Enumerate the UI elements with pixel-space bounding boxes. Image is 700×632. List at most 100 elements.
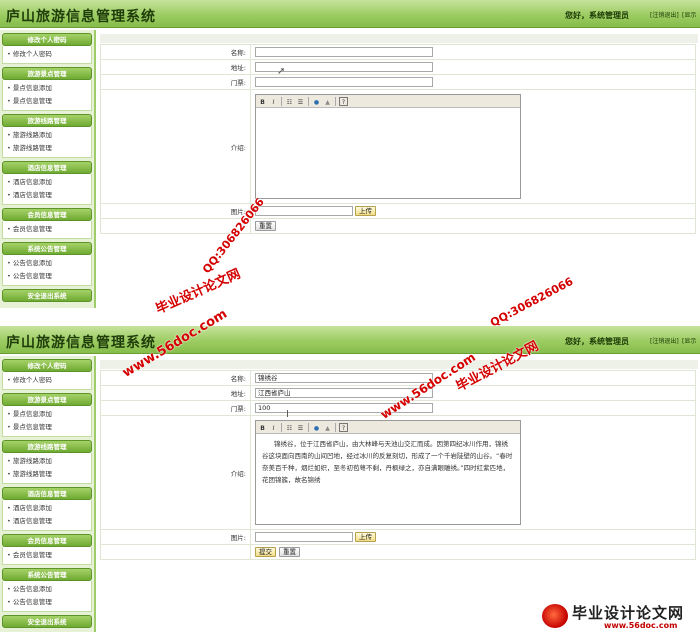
sidebar-item[interactable]: 旅游线路添加: [3, 455, 91, 468]
submit-button[interactable]: 提交: [255, 547, 276, 557]
sidebar-item[interactable]: 公告信息管理: [3, 270, 91, 283]
sidebar-group-header[interactable]: 安全退出系统: [2, 289, 92, 302]
sidebar-item-list: 酒店信息添加酒店信息管理: [2, 174, 92, 205]
sidebar-item[interactable]: 旅游线路添加: [3, 129, 91, 142]
sidebar-item[interactable]: 会员信息管理: [3, 223, 91, 236]
show-link[interactable]: [显示: [682, 336, 696, 345]
toolbar-divider: [335, 96, 336, 106]
sidebar-item[interactable]: 酒店信息添加: [3, 176, 91, 189]
sidebar-item-list: 会员信息管理: [2, 547, 92, 565]
reset-button[interactable]: 重置: [255, 221, 276, 231]
sidebar-item[interactable]: 酒店信息添加: [3, 502, 91, 515]
sidebar-item[interactable]: 酒店信息管理: [3, 515, 91, 528]
bullet-list-icon[interactable]: ☰: [296, 97, 305, 106]
sidebar-group-header[interactable]: 会员信息管理: [2, 534, 92, 547]
reset-button[interactable]: 重置: [279, 547, 300, 557]
sidebar-group-header[interactable]: 安全退出系统: [2, 615, 92, 628]
sidebar-item[interactable]: 酒店信息管理: [3, 189, 91, 202]
help-icon[interactable]: ?: [339, 96, 348, 106]
image-label: 图片:: [100, 203, 251, 219]
sidebar-group-header[interactable]: 酒店信息管理: [2, 487, 92, 500]
image-icon[interactable]: ●: [312, 423, 321, 432]
upload-button[interactable]: 上传: [355, 206, 376, 216]
sidebar-item-list: 旅游线路添加旅游线路管理: [2, 127, 92, 158]
italic-button[interactable]: I: [269, 97, 278, 106]
intro-label: 介绍:: [100, 89, 251, 204]
sidebar-group-header[interactable]: 旅游线路管理: [2, 114, 92, 127]
name-input[interactable]: [255, 47, 433, 57]
image-path-field[interactable]: [255, 206, 353, 216]
logout-link[interactable]: [注销退出]: [650, 336, 679, 345]
greeting: 您好，系统管理员: [565, 337, 629, 346]
sidebar-group: 系统公告管理公告信息添加公告信息管理: [2, 568, 92, 612]
screenshot-panel-empty: 庐山旅游信息管理系统 您好，系统管理员 [注销退出] [显示 修改个人密码修改个…: [0, 0, 700, 308]
bullet-list-icon[interactable]: ☰: [296, 423, 305, 432]
sidebar-group-header[interactable]: 系统公告管理: [2, 242, 92, 255]
ordered-list-icon[interactable]: ☷: [285, 423, 294, 432]
emoticon-icon[interactable]: ▲: [323, 423, 332, 432]
spot-form: 名称: 地址: 门票: 介绍: B I ☷ ☰ ● ▲ ? 图片: 上传 重置: [100, 44, 696, 234]
intro-editor[interactable]: B I ☷ ☰ ● ▲ ? 锦绣谷，位于江西省庐山，由大林峰与天池山交汇而成。因…: [255, 420, 521, 525]
sidebar-item[interactable]: 旅游线路管理: [3, 468, 91, 481]
bold-button[interactable]: B: [258, 97, 267, 106]
sidebar-group-header[interactable]: 会员信息管理: [2, 208, 92, 221]
address-label: 地址:: [100, 385, 251, 401]
italic-button[interactable]: I: [269, 423, 278, 432]
sidebar-item[interactable]: 公告信息管理: [3, 596, 91, 609]
sidebar-group-header[interactable]: 酒店信息管理: [2, 161, 92, 174]
upload-button[interactable]: 上传: [355, 532, 376, 542]
sidebar-item[interactable]: 景点信息添加: [3, 82, 91, 95]
intro-textarea[interactable]: [256, 108, 520, 198]
name-label: 名称:: [100, 44, 251, 60]
sidebar-group-header[interactable]: 旅游景点管理: [2, 67, 92, 80]
show-link[interactable]: [显示: [682, 10, 696, 19]
toolbar-divider: [308, 96, 309, 106]
logout-link[interactable]: [注销退出]: [650, 10, 679, 19]
intro-textarea[interactable]: 锦绣谷，位于江西省庐山，由大林峰与天池山交汇而成。因第四纪冰川作用，锦绣谷这块面…: [256, 434, 520, 524]
sidebar-item-list: 公告信息添加公告信息管理: [2, 581, 92, 612]
sidebar-group-header[interactable]: 修改个人密码: [2, 33, 92, 46]
app-title: 庐山旅游信息管理系统: [6, 335, 156, 351]
sidebar-group-header[interactable]: 系统公告管理: [2, 568, 92, 581]
sidebar-group: 酒店信息管理酒店信息添加酒店信息管理: [2, 487, 92, 531]
screenshot-panel-filled: 庐山旅游信息管理系统 您好，系统管理员 [注销退出] [显示 修改个人密码修改个…: [0, 326, 700, 632]
toolbar-divider: [281, 422, 282, 432]
toolbar-divider: [281, 96, 282, 106]
help-icon[interactable]: ?: [339, 422, 348, 432]
sidebar-item[interactable]: 旅游线路管理: [3, 142, 91, 155]
mouse-cursor-icon: ➚: [277, 66, 286, 77]
sidebar-group: 修改个人密码修改个人密码: [2, 359, 92, 390]
main-content: 名称: 地址: 门票: 介绍: B I ☷ ☰ ● ▲ ? 图片: 上传 重置 …: [100, 34, 700, 308]
ticket-input[interactable]: [255, 77, 433, 87]
sidebar-group: 旅游景点管理景点信息添加景点信息管理: [2, 393, 92, 437]
sidebar-group: 系统公告管理公告信息添加公告信息管理: [2, 242, 92, 286]
emoticon-icon[interactable]: ▲: [323, 97, 332, 106]
image-path-field[interactable]: [255, 532, 353, 542]
editor-toolbar: B I ☷ ☰ ● ▲ ?: [256, 95, 520, 108]
name-input[interactable]: 锦绣谷: [255, 373, 433, 383]
sidebar-item[interactable]: 公告信息添加: [3, 583, 91, 596]
sidebar-group-header[interactable]: 修改个人密码: [2, 359, 92, 372]
ordered-list-icon[interactable]: ☷: [285, 97, 294, 106]
sidebar-item[interactable]: 景点信息管理: [3, 95, 91, 108]
sidebar-item[interactable]: 会员信息管理: [3, 549, 91, 562]
sidebar-item[interactable]: 修改个人密码: [3, 374, 91, 387]
sidebar-group: 会员信息管理会员信息管理: [2, 208, 92, 239]
sidebar-group: 会员信息管理会员信息管理: [2, 534, 92, 565]
sidebar-item-list: 修改个人密码: [2, 372, 92, 390]
sidebar-item-list: 会员信息管理: [2, 221, 92, 239]
sidebar-group-header[interactable]: 旅游线路管理: [2, 440, 92, 453]
sidebar-group-header[interactable]: 旅游景点管理: [2, 393, 92, 406]
intro-editor[interactable]: B I ☷ ☰ ● ▲ ?: [255, 94, 521, 199]
sidebar-item[interactable]: 修改个人密码: [3, 48, 91, 61]
sidebar-item-list: 修改个人密码: [2, 46, 92, 64]
header-bar: 庐山旅游信息管理系统 您好，系统管理员 [注销退出] [显示: [0, 0, 700, 28]
sidebar-item-list: 景点信息添加景点信息管理: [2, 406, 92, 437]
bold-button[interactable]: B: [258, 423, 267, 432]
sidebar-item[interactable]: 景点信息添加: [3, 408, 91, 421]
sidebar-item[interactable]: 景点信息管理: [3, 421, 91, 434]
image-icon[interactable]: ●: [312, 97, 321, 106]
sidebar-item[interactable]: 公告信息添加: [3, 257, 91, 270]
sidebar-item-list: 公告信息添加公告信息管理: [2, 255, 92, 286]
sidebar-group: 旅游景点管理景点信息添加景点信息管理: [2, 67, 92, 111]
